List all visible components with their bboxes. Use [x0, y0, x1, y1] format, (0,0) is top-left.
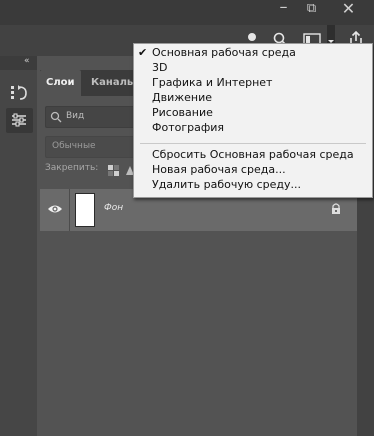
menu-item-delete-workspace[interactable]: Удалить рабочую среду... [152, 178, 301, 192]
visibility-eye-icon[interactable] [47, 203, 63, 215]
blend-mode-select[interactable]: Обычные [45, 136, 142, 158]
history-icon[interactable] [10, 84, 30, 102]
menu-item-new-workspace[interactable]: Новая рабочая среда... [152, 163, 286, 177]
layer-row-divider [69, 189, 70, 231]
adjustments-icon [12, 113, 26, 127]
lock-label: Закрепить: [45, 163, 99, 173]
menu-item-reset-workspace[interactable]: Сбросить Основная рабочая среда [152, 148, 354, 162]
menu-separator [140, 143, 366, 144]
menu-item-graphics-web[interactable]: Графика и Интернет [152, 76, 272, 90]
lock-icon [332, 203, 340, 214]
close-button[interactable]: ✕ [335, 0, 362, 20]
collapse-panel-icon[interactable]: « [24, 56, 30, 66]
blend-mode-value: Обычные [52, 141, 96, 151]
layer-name[interactable]: Фон [104, 203, 123, 213]
workspace-menu: ✔ Основная рабочая среда 3D Графика и Ин… [133, 43, 373, 198]
layer-filter-field[interactable]: Вид [45, 106, 142, 128]
menu-item-essentials[interactable]: Основная рабочая среда [152, 46, 296, 60]
tools-panel-header [0, 56, 37, 70]
minimize-button[interactable]: – [270, 0, 297, 18]
menu-item-motion[interactable]: Движение [152, 91, 212, 105]
restore-button[interactable]: ⧉ [298, 0, 325, 20]
filter-placeholder: Вид [66, 111, 85, 121]
tab-layers[interactable]: Слои [40, 70, 81, 96]
lock-row: Закрепить: [45, 163, 98, 181]
search-icon [50, 111, 62, 123]
menu-item-painting[interactable]: Рисование [152, 106, 213, 120]
checkmark-icon: ✔ [138, 46, 148, 59]
layer-thumbnail [75, 193, 95, 227]
menu-item-photography[interactable]: Фотография [152, 121, 224, 135]
menu-item-3d[interactable]: 3D [152, 61, 167, 75]
lock-transparency-icon[interactable] [108, 165, 119, 176]
